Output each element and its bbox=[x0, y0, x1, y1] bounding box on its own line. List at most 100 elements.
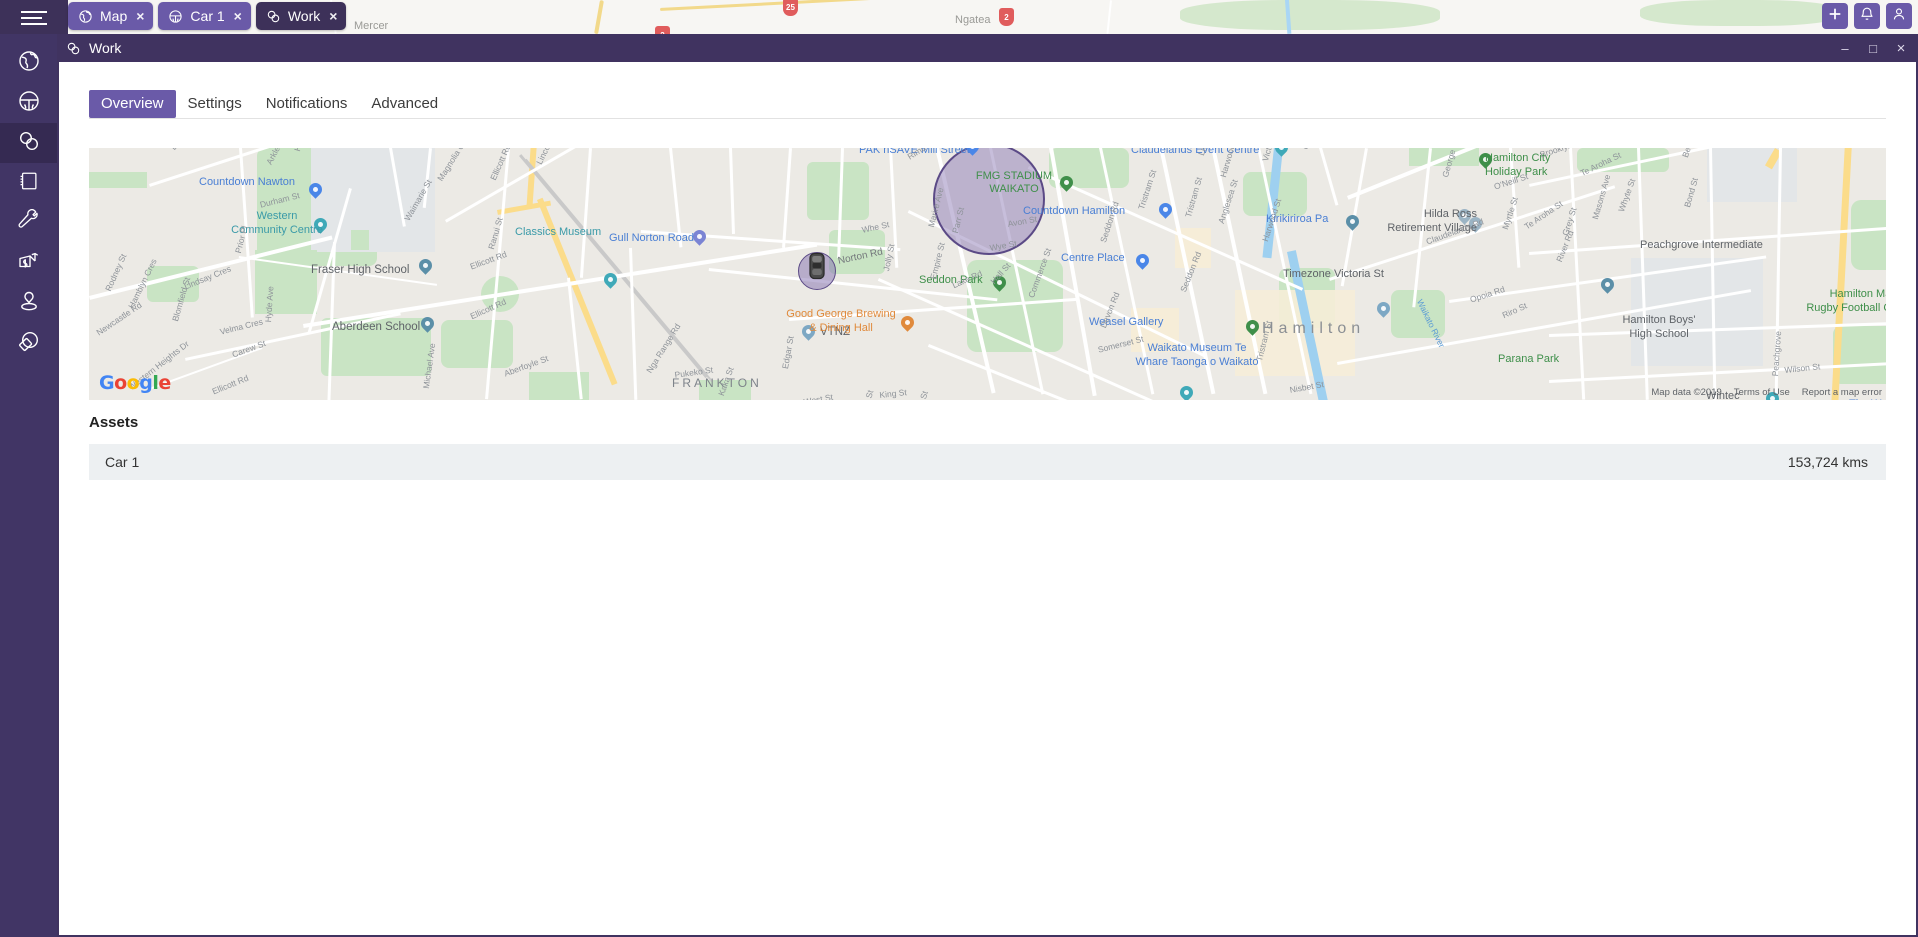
map-label: Good George Brewing & Dining Hall bbox=[786, 308, 896, 334]
asset-name: Car 1 bbox=[105, 454, 140, 470]
tab-label: Map bbox=[100, 8, 128, 24]
tab-map[interactable]: Map × bbox=[68, 2, 154, 30]
globe-icon bbox=[17, 49, 41, 78]
notifications-button[interactable] bbox=[1854, 3, 1880, 29]
assets-heading: Assets bbox=[89, 414, 139, 431]
map-pin[interactable] bbox=[421, 317, 434, 335]
tab-overview[interactable]: Overview bbox=[89, 90, 176, 118]
map-label: Hamilton City Holiday Park bbox=[1485, 152, 1551, 178]
table-row[interactable]: Car 1 153,724 kms bbox=[89, 444, 1886, 480]
map-label: Western Community Centre bbox=[231, 210, 323, 236]
tab-advanced[interactable]: Advanced bbox=[359, 90, 450, 118]
terms-of-use-link[interactable]: Terms of Use bbox=[1734, 387, 1790, 398]
tab-notifications[interactable]: Notifications bbox=[254, 90, 360, 118]
hamburger-menu-icon[interactable] bbox=[21, 9, 47, 25]
menu-button[interactable] bbox=[0, 0, 68, 34]
vehicle-marker-car-1[interactable] bbox=[807, 252, 827, 280]
steering-wheel-icon bbox=[17, 89, 41, 118]
geofence-circle-kirikiriroa[interactable] bbox=[933, 148, 1045, 255]
maximize-button[interactable]: □ bbox=[1860, 36, 1886, 60]
tab-divider bbox=[89, 118, 1886, 119]
tab-car-1[interactable]: Car 1 × bbox=[158, 2, 251, 30]
tab-label: Car 1 bbox=[190, 8, 225, 24]
map-data-credit: Map data ©2019 bbox=[1651, 387, 1722, 398]
map-pin[interactable] bbox=[604, 273, 617, 291]
map-pin[interactable] bbox=[309, 183, 322, 201]
map-pin[interactable] bbox=[1275, 148, 1288, 159]
map-label: Timezone Victoria St bbox=[1283, 268, 1384, 280]
minimize-button[interactable]: – bbox=[1832, 36, 1858, 60]
close-button[interactable]: × bbox=[1888, 36, 1914, 60]
section-tabs: Overview Settings Notifications Advanced bbox=[89, 90, 450, 118]
account-button[interactable] bbox=[1886, 3, 1912, 29]
map-pin[interactable] bbox=[1180, 386, 1193, 400]
sidebar-item-maintenance[interactable] bbox=[0, 203, 57, 243]
asset-value: 153,724 kms bbox=[1787, 454, 1868, 470]
bell-icon bbox=[1859, 6, 1875, 27]
map-panel[interactable]: Countdown Nawton Western Community Centre… bbox=[89, 148, 1886, 400]
map-label: Hamilton MaristRugby Football Club bbox=[1806, 288, 1886, 314]
two-circles-icon bbox=[266, 9, 281, 24]
map-label: The Warehouse Hillcrest bbox=[1849, 398, 1886, 400]
close-icon[interactable]: × bbox=[329, 9, 337, 23]
map-label: Gull Norton Road bbox=[609, 232, 694, 244]
tab-label: Work bbox=[287, 8, 321, 24]
window-title: Work bbox=[89, 40, 122, 56]
sidebar bbox=[0, 34, 57, 937]
tab-work[interactable]: Work × bbox=[255, 2, 347, 30]
map-label: Peachgrove Intermediate bbox=[1640, 239, 1763, 251]
map-pin[interactable] bbox=[1377, 302, 1390, 320]
wrench-icon bbox=[17, 208, 40, 237]
sidebar-item-drivers[interactable] bbox=[0, 283, 57, 323]
book-icon bbox=[18, 170, 40, 197]
sidebar-item-vehicles[interactable] bbox=[0, 83, 57, 123]
window-controls: – □ × bbox=[1832, 34, 1914, 62]
sidebar-item-expenses[interactable] bbox=[0, 243, 57, 283]
map-pin[interactable] bbox=[1601, 278, 1614, 296]
map-pin[interactable] bbox=[1159, 203, 1172, 221]
report-map-error-link[interactable]: Report a map error bbox=[1802, 387, 1882, 398]
tab-list: Map × Car 1 × Work × bbox=[68, 2, 347, 30]
window-client-area: Overview Settings Notifications Advanced bbox=[59, 62, 1916, 935]
sidebar-item-geofences[interactable] bbox=[0, 123, 57, 163]
map-label: Aberdeen School bbox=[332, 321, 421, 333]
app-window: Work – □ × Overview Settings Notificatio… bbox=[57, 34, 1918, 937]
map-label: Centre Place bbox=[1061, 252, 1125, 264]
two-circles-icon bbox=[17, 129, 41, 158]
map-pin[interactable] bbox=[419, 259, 432, 277]
map-label: Hamilton Boys' High School bbox=[1622, 314, 1696, 340]
map-pin[interactable] bbox=[1246, 320, 1259, 338]
map-pin[interactable] bbox=[1136, 254, 1149, 272]
map-label: Countdown Nawton bbox=[199, 176, 296, 188]
window-titlebar: Work – □ × bbox=[57, 34, 1918, 62]
map-label: Parana Park bbox=[1498, 353, 1560, 365]
highway-shield: 2 bbox=[999, 8, 1014, 26]
close-icon[interactable]: × bbox=[136, 9, 144, 23]
person-pin-icon bbox=[17, 289, 41, 318]
sidebar-item-tags[interactable] bbox=[0, 323, 57, 363]
map-label: Claudelands Event Centre bbox=[1131, 148, 1260, 156]
globe-icon bbox=[78, 9, 93, 24]
sidebar-item-reports[interactable] bbox=[0, 163, 57, 203]
sidebar-item-map[interactable] bbox=[0, 43, 57, 83]
highway-shield: 25 bbox=[783, 0, 798, 16]
tab-settings[interactable]: Settings bbox=[176, 90, 254, 118]
map-pin[interactable] bbox=[1346, 215, 1359, 233]
close-icon[interactable]: × bbox=[234, 9, 242, 23]
money-chart-icon bbox=[17, 249, 41, 278]
tabstrip-actions bbox=[1822, 3, 1912, 29]
two-circles-icon bbox=[66, 41, 81, 56]
google-logo: Google bbox=[99, 372, 171, 394]
plus-icon bbox=[1827, 6, 1843, 27]
map-pin[interactable] bbox=[693, 230, 706, 248]
map-label: Classics Museum bbox=[515, 226, 602, 238]
map-label: FMG STADIUM WAIKATO bbox=[975, 170, 1053, 196]
map-label: Fraser High School bbox=[311, 264, 410, 276]
map-attribution: Map data ©2019 Terms of Use Report a map… bbox=[1651, 387, 1882, 398]
steering-wheel-icon bbox=[168, 9, 183, 24]
assets-table: Car 1 153,724 kms bbox=[89, 444, 1886, 480]
tag-icon bbox=[17, 329, 41, 358]
map-city-label: Hamilton bbox=[1262, 320, 1366, 337]
map-label: Waikato Museum Te Whare Taonga o Waikato bbox=[1135, 342, 1259, 368]
add-button[interactable] bbox=[1822, 3, 1848, 29]
